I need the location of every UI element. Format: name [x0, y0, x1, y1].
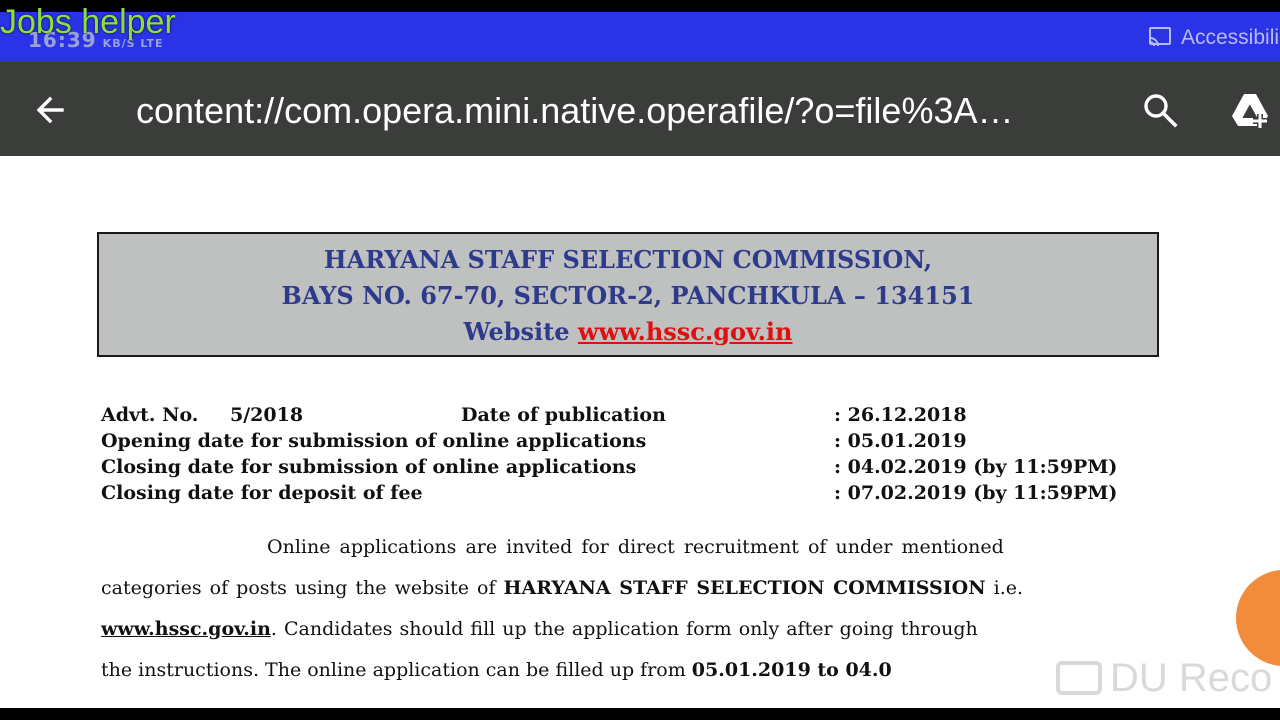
body-line-4: the instructions. The online application…	[101, 659, 892, 681]
bottom-edge	[0, 708, 1280, 720]
app-bar: content://com.opera.mini.native.operafil…	[0, 62, 1280, 156]
body-line-3: www.hssc.gov.in. Candidates should fill …	[101, 618, 978, 640]
fee-date-label: Closing date for deposit of fee	[101, 482, 423, 504]
advt-number: 5/2018	[230, 404, 304, 426]
advt-label: Advt. No.	[101, 404, 199, 426]
status-bar: 16:39 KB/S LTE Accessibili	[0, 12, 1280, 62]
opening-date: : 05.01.2019	[834, 430, 967, 452]
watermark-jobs-helper: Jobs helper	[0, 3, 176, 41]
commission-address: BAYS NO. 67-70, SECTOR-2, PANCHKULA – 13…	[281, 281, 975, 310]
opening-date-label: Opening date for submission of online ap…	[101, 430, 647, 452]
body-line-1: Online applications are invited for dire…	[267, 536, 1004, 558]
accessibility-label[interactable]: Accessibili	[1181, 26, 1279, 50]
recorder-icon	[1056, 661, 1102, 695]
body-line-2: categories of posts using the website of…	[101, 577, 1024, 599]
arrow-left-icon[interactable]	[30, 90, 70, 130]
drive-icon[interactable]	[1230, 90, 1274, 130]
publication-date: : 26.12.2018	[834, 404, 967, 426]
search-icon[interactable]	[1140, 90, 1180, 130]
website-link[interactable]: www.hssc.gov.in	[578, 317, 793, 346]
recorder-watermark: DU Reco	[1056, 656, 1272, 701]
closing-date-label: Closing date for submission of online ap…	[101, 456, 637, 478]
body-website-link[interactable]: www.hssc.gov.in	[101, 618, 271, 640]
closing-date: : 04.02.2019 (by 11:59PM)	[834, 456, 1118, 478]
floating-action-button[interactable]	[1236, 570, 1280, 666]
document-header-box: HARYANA STAFF SELECTION COMMISSION, BAYS…	[97, 232, 1159, 357]
page-url-title: content://com.opera.mini.native.operafil…	[136, 90, 1014, 131]
cast-icon	[1149, 27, 1171, 47]
fee-date: : 07.02.2019 (by 11:59PM)	[834, 482, 1118, 504]
commission-website-line: Website www.hssc.gov.in	[463, 317, 793, 346]
commission-name: HARYANA STAFF SELECTION COMMISSION,	[323, 245, 933, 274]
publication-label: Date of publication	[461, 404, 666, 426]
document-page[interactable]: HARYANA STAFF SELECTION COMMISSION, BAYS…	[0, 156, 1280, 708]
top-edge	[0, 0, 1280, 12]
